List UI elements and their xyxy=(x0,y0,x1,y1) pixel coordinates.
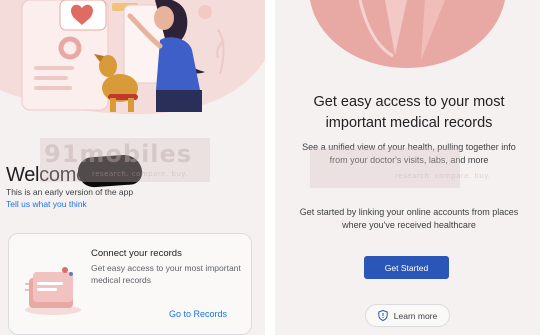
connect-records-card[interactable]: Connect your records Get easy access to … xyxy=(8,233,252,335)
shield-icon xyxy=(378,310,388,321)
card-title: Connect your records xyxy=(91,248,182,259)
watermark-tagline: research. compare. buy. xyxy=(92,170,188,178)
early-version-notice: This is an early version of the app xyxy=(6,187,134,197)
hero-illustration xyxy=(0,0,265,115)
onboarding-illustration xyxy=(310,0,505,68)
watermark-tagline-right: research. compare. buy. xyxy=(395,172,491,180)
onboarding-headline: Get easy access to your most important m… xyxy=(313,94,505,131)
watermark-box-right xyxy=(310,148,460,188)
onboarding-screen: Get easy access to your most important m… xyxy=(275,0,540,335)
onboarding-instruction: Get started by linking your online accou… xyxy=(299,207,519,230)
watermark-brand: 91mobiles xyxy=(44,140,193,168)
get-started-button[interactable]: Get Started xyxy=(364,256,449,279)
home-screen: Welcome, This is an early version of the… xyxy=(0,0,265,335)
records-illustration xyxy=(25,267,81,315)
go-to-records-link[interactable]: Go to Records xyxy=(169,309,227,319)
feedback-link[interactable]: Tell us what you think xyxy=(6,199,87,209)
learn-more-button[interactable]: Learn more xyxy=(365,304,450,327)
learn-more-label: Learn more xyxy=(393,310,438,321)
card-body: Get easy access to your most important m… xyxy=(91,263,241,285)
